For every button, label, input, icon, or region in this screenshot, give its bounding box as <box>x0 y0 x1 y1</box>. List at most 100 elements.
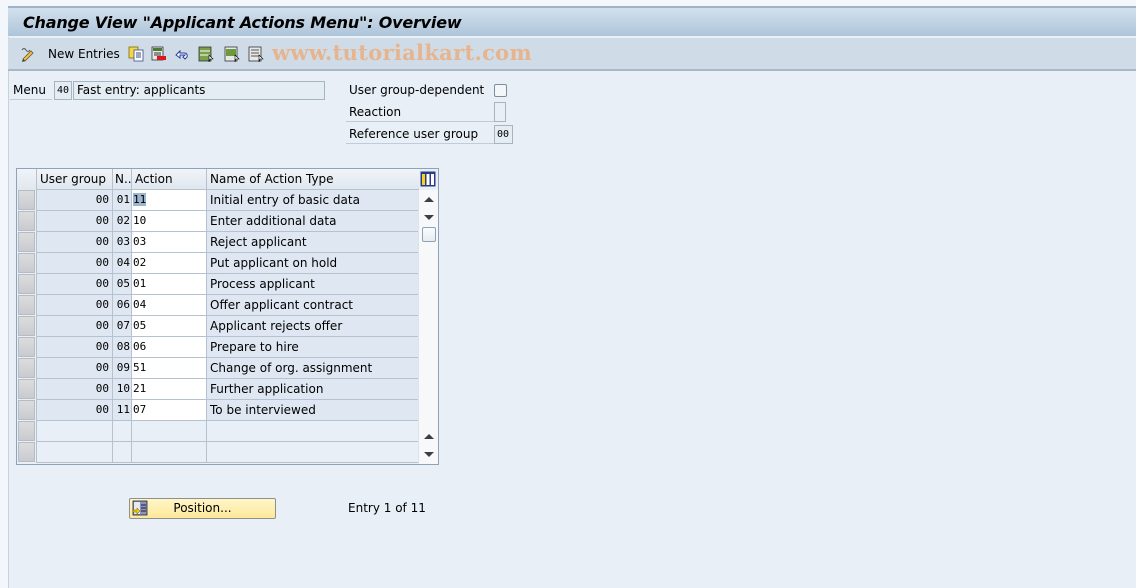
table-row: 00 01 11 Initial entry of basic data <box>17 190 419 211</box>
scroll-thumb[interactable] <box>422 227 436 242</box>
row-selector[interactable] <box>18 316 35 336</box>
select-all-rows-button[interactable] <box>17 169 36 190</box>
delete-button[interactable] <box>151 45 167 63</box>
actions-table: User group N.. Action Name of Action Typ… <box>16 168 439 465</box>
cell-action-value: 03 <box>133 235 147 248</box>
table-settings-icon[interactable] <box>420 171 436 187</box>
cell-user-group <box>36 421 112 442</box>
new-entries-label: New Entries <box>48 47 120 61</box>
scroll-page-down-icon[interactable] <box>424 452 434 457</box>
cell-user-group: 00 <box>36 358 112 379</box>
entry-status: Entry 1 of 11 <box>348 501 426 515</box>
cell-action-name: Applicant rejects offer <box>206 316 419 337</box>
row-selector[interactable] <box>18 295 35 315</box>
title-bar: Change View "Applicant Actions Menu": Ov… <box>8 6 1136 37</box>
menu-label: Menu <box>10 81 52 100</box>
cell-action-value: 07 <box>133 403 147 416</box>
cell-number: 05 <box>112 274 131 295</box>
table-row: 00 07 05 Applicant rejects offer <box>17 316 419 337</box>
row-selector[interactable] <box>18 358 35 378</box>
user-group-dependent-checkbox[interactable] <box>494 84 507 97</box>
cell-action-input[interactable]: 02 <box>131 253 206 274</box>
position-button[interactable]: Position... <box>129 498 276 519</box>
application-toolbar: New Entries <box>8 38 1136 71</box>
cell-action-name: Put applicant on hold <box>206 253 419 274</box>
table-row: 00 11 07 To be interviewed <box>17 400 419 421</box>
cell-number: 08 <box>112 337 131 358</box>
row-selector[interactable] <box>18 190 35 210</box>
copy-icon <box>128 46 144 62</box>
undo-icon <box>175 49 188 60</box>
cell-number: 03 <box>112 232 131 253</box>
row-selector[interactable] <box>18 232 35 252</box>
column-header-number[interactable]: N.. <box>112 169 132 190</box>
row-selector[interactable] <box>18 400 35 420</box>
reference-user-group-field[interactable]: 00 <box>494 125 513 144</box>
position-button-label: Position... <box>173 501 232 515</box>
display-change-icon <box>21 48 34 62</box>
cell-action-value: 06 <box>133 340 147 353</box>
user-group-dependent-label: User group-dependent <box>349 83 485 97</box>
cell-action-name: Offer applicant contract <box>206 295 419 316</box>
cell-number: 06 <box>112 295 131 316</box>
cell-action-input[interactable]: 51 <box>131 358 206 379</box>
reaction-field[interactable] <box>494 102 506 122</box>
row-selector[interactable] <box>18 274 35 294</box>
cell-action-input[interactable]: 06 <box>131 337 206 358</box>
cell-action-input[interactable]: 01 <box>131 274 206 295</box>
scroll-down-icon[interactable] <box>424 215 434 220</box>
cell-action-name <box>206 442 419 463</box>
cell-user-group: 00 <box>36 337 112 358</box>
page-title: Change View "Applicant Actions Menu": Ov… <box>23 13 462 32</box>
table-row-empty <box>17 442 419 463</box>
cell-action-name <box>206 421 419 442</box>
menu-code-field: 40 <box>54 81 72 100</box>
column-header-name[interactable]: Name of Action Type <box>206 169 419 190</box>
select-block-button[interactable] <box>224 45 240 63</box>
select-all-button[interactable] <box>198 45 214 63</box>
cell-action-input[interactable]: 10 <box>131 211 206 232</box>
cell-action-input[interactable]: 21 <box>131 379 206 400</box>
position-icon <box>132 500 148 516</box>
display-change-button[interactable] <box>20 45 36 63</box>
table-row: 00 08 06 Prepare to hire <box>17 337 419 358</box>
cell-action-name: Enter additional data <box>206 211 419 232</box>
scroll-up-icon[interactable] <box>424 197 434 202</box>
cell-action-input[interactable] <box>131 421 206 442</box>
row-selector[interactable] <box>18 421 35 441</box>
delete-icon <box>151 46 166 61</box>
copy-button[interactable] <box>128 45 144 63</box>
cell-user-group: 00 <box>36 274 112 295</box>
row-selector[interactable] <box>18 442 35 462</box>
cell-action-value: 10 <box>133 214 147 227</box>
cell-action-value: 02 <box>133 256 147 269</box>
cell-action-value: 11 <box>133 193 147 206</box>
reference-user-group-label: Reference user group <box>346 125 496 144</box>
cell-action-input[interactable]: 04 <box>131 295 206 316</box>
table-header: User group N.. Action Name of Action Typ… <box>17 169 419 190</box>
deselect-all-icon <box>248 46 264 62</box>
cell-action-value: 05 <box>133 319 147 332</box>
cell-action-name: Initial entry of basic data <box>206 190 419 211</box>
deselect-all-button[interactable] <box>248 45 264 63</box>
cell-action-name: Change of org. assignment <box>206 358 419 379</box>
undo-button[interactable] <box>174 45 190 63</box>
column-header-action[interactable]: Action <box>131 169 206 190</box>
cell-action-input[interactable]: 07 <box>131 400 206 421</box>
cell-action-input[interactable] <box>131 442 206 463</box>
cell-number: 11 <box>112 400 131 421</box>
table-vertical-scrollbar[interactable] <box>418 190 438 464</box>
cell-action-input[interactable]: 05 <box>131 316 206 337</box>
cell-action-input[interactable]: 03 <box>131 232 206 253</box>
scroll-page-up-icon[interactable] <box>424 434 434 439</box>
cell-user-group <box>36 442 112 463</box>
table-row: 00 05 01 Process applicant <box>17 274 419 295</box>
row-selector[interactable] <box>18 211 35 231</box>
row-selector[interactable] <box>18 379 35 399</box>
row-selector[interactable] <box>18 337 35 357</box>
cell-action-value: 04 <box>133 298 147 311</box>
row-selector[interactable] <box>18 253 35 273</box>
new-entries-button[interactable]: New Entries <box>48 45 120 63</box>
column-header-user-group[interactable]: User group <box>36 169 112 190</box>
cell-action-input[interactable]: 11 <box>131 190 206 211</box>
